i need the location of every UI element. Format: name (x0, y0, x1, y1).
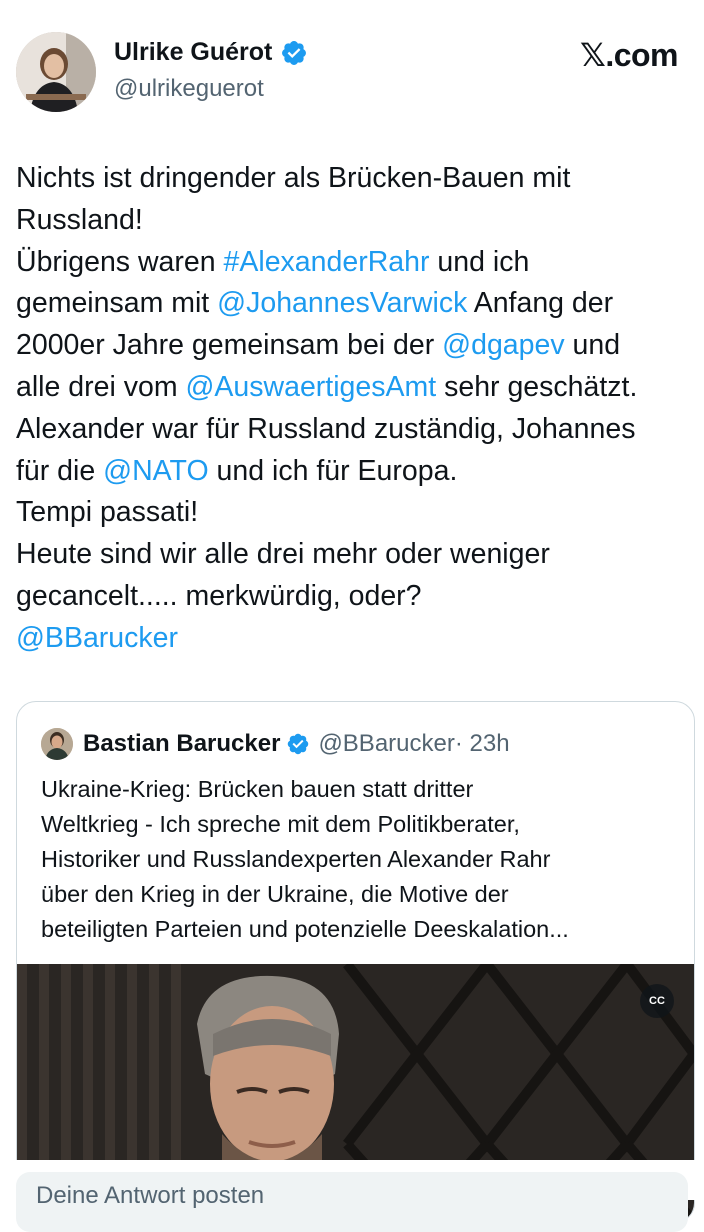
tweet-text-span: Übrigens waren (16, 245, 224, 278)
quoted-timestamp[interactable]: · 23h (455, 730, 510, 758)
mention-link[interactable]: @JohannesVarwick (217, 287, 467, 319)
hashtag-link[interactable]: #AlexanderRahr (224, 246, 430, 278)
tweet-line: Heute sind wir alle drei mehr oder wenig… (16, 534, 696, 576)
tweet-text-span: und ich für Europa. (208, 454, 458, 487)
tweet-line: gecancelt..... merkwürdig, oder? (16, 576, 696, 618)
tweet-text-span: für die (16, 454, 104, 487)
x-com-logo[interactable]: 𝕏.com (580, 36, 678, 74)
mention-link[interactable]: @dgapev (442, 329, 564, 361)
quoted-text-line: über den Krieg in der Ukraine, die Motiv… (41, 881, 509, 907)
tweet-text-span: Tempi passati! (16, 496, 199, 529)
quoted-tweet[interactable]: Bastian Barucker @BBarucker · 23h Ukrain… (16, 701, 695, 1223)
reply-input[interactable]: Deine Antwort posten (16, 1172, 688, 1232)
tweet-line: Alexander war für Russland zuständig, Jo… (16, 409, 696, 451)
author-avatar[interactable] (16, 32, 96, 112)
tweet-line: 2000er Jahre gemeinsam bei der @dgapev u… (16, 325, 696, 367)
tweet-line: alle drei vom @AuswaertigesAmt sehr gesc… (16, 367, 696, 409)
tweet-text-span: und ich (429, 245, 530, 278)
tweet-line: Russland! (16, 200, 696, 242)
quoted-avatar-image (41, 728, 73, 760)
tweet-line: @BBarucker (16, 618, 696, 660)
quoted-author-avatar[interactable] (41, 728, 73, 760)
mention-link[interactable]: @AuswaertigesAmt (185, 371, 436, 403)
quoted-text-line: Historiker und Russlandexperten Alexande… (41, 846, 551, 872)
author-handle[interactable]: @ulrikeguerot (114, 75, 264, 103)
quoted-text-line: Ukraine-Krieg: Brücken bauen statt dritt… (41, 776, 474, 802)
tweet-text-span: Alexander war für Russland zuständig, Jo… (16, 412, 636, 445)
author-avatar-image (16, 32, 96, 112)
author-name[interactable]: Ulrike Guérot (114, 38, 272, 67)
quoted-tweet-text: Ukraine-Krieg: Brücken bauen statt dritt… (41, 772, 681, 947)
tweet-text-span: Nichts ist dringender als Brücken-Bauen … (16, 162, 571, 194)
closed-captions-icon[interactable]: CC (640, 984, 674, 1018)
tweet-text-span: Anfang der (467, 287, 614, 320)
quoted-author-name[interactable]: Bastian Barucker (83, 730, 280, 758)
verified-badge-icon (288, 733, 309, 755)
mention-link[interactable]: @BBarucker (16, 622, 178, 654)
verified-badge-icon (282, 40, 307, 65)
tweet-text-span: Heute sind wir alle drei mehr oder wenig… (16, 538, 550, 571)
tweet-line: für die @NATO und ich für Europa. (16, 451, 696, 493)
tweet-text-span: sehr geschätzt. (436, 370, 638, 403)
tweet-line: Tempi passati! (16, 492, 696, 534)
tweet-text-span: 2000er Jahre gemeinsam bei der (16, 329, 443, 362)
tweet-line: gemeinsam mit @JohannesVarwick Anfang de… (16, 283, 696, 325)
tweet-text-span: gecancelt..... merkwürdig, oder? (16, 579, 422, 612)
tweet-body: Nichts ist dringender als Brücken-Bauen … (16, 158, 696, 660)
tweet-header: Ulrike Guérot @ulrikeguerot 𝕏.com (0, 0, 704, 130)
mention-link[interactable]: @NATO (103, 455, 208, 487)
quoted-text-line: Weltkrieg - Ich spreche mit dem Politikb… (41, 811, 520, 837)
tweet-line: Nichts ist dringender als Brücken-Bauen … (16, 158, 696, 200)
tweet-text-span: und (564, 329, 621, 362)
tweet-text-span: Russland! (16, 203, 143, 236)
tweet-text-span: gemeinsam mit (16, 287, 218, 320)
tweet-text-span: alle drei vom (16, 370, 186, 403)
quoted-tweet-header: Bastian Barucker @BBarucker · 23h (41, 728, 510, 760)
tweet-line: Übrigens waren #AlexanderRahr und ich (16, 242, 696, 284)
quoted-text-line: beteiligten Parteien und potenzielle Dee… (41, 916, 569, 942)
quoted-author-handle[interactable]: @BBarucker (318, 730, 454, 758)
reply-placeholder: Deine Antwort posten (36, 1182, 265, 1209)
